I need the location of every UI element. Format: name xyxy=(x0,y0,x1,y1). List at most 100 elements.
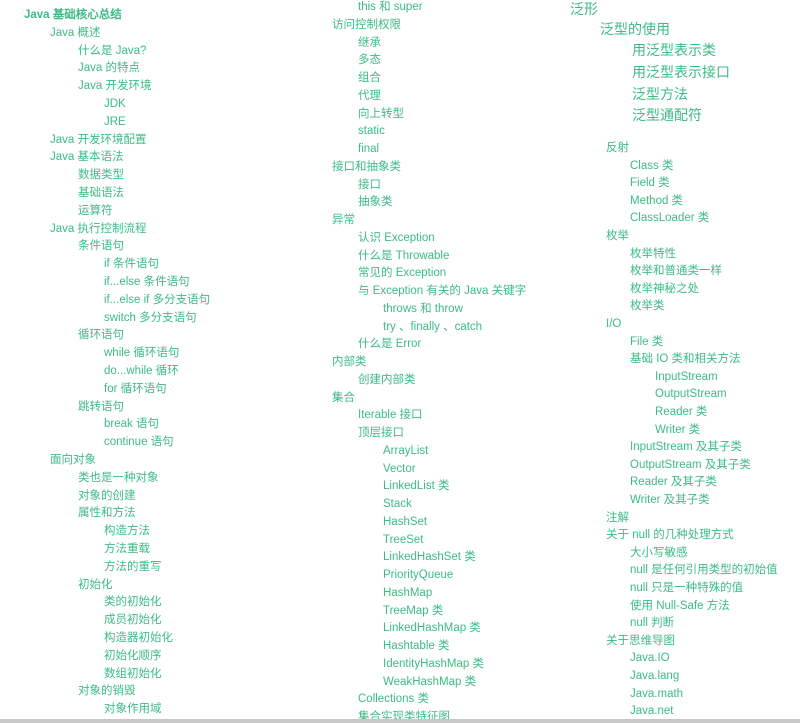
toc-item[interactable]: continue 语句 xyxy=(104,435,174,449)
toc-item[interactable]: InputStream xyxy=(655,370,718,384)
toc-item[interactable]: LinkedHashMap 类 xyxy=(383,621,481,635)
toc-item[interactable]: 接口和抽象类 xyxy=(332,160,401,174)
toc-item[interactable]: 多态 xyxy=(358,53,381,67)
toc-item[interactable]: 类的初始化 xyxy=(104,595,162,609)
toc-item[interactable]: Hashtable 类 xyxy=(383,639,449,653)
toc-item[interactable]: 成员初始化 xyxy=(104,613,162,627)
toc-item[interactable]: IdentityHashMap 类 xyxy=(383,657,484,671)
toc-item[interactable]: 什么是 Error xyxy=(358,337,421,351)
toc-item[interactable]: 顶层接口 xyxy=(358,426,404,440)
toc-item[interactable]: 枚举 xyxy=(606,229,629,243)
toc-item[interactable]: 向上转型 xyxy=(358,107,404,121)
toc-item[interactable]: switch 多分支语句 xyxy=(104,311,197,325)
toc-item[interactable]: do...while 循环 xyxy=(104,364,179,378)
toc-item[interactable]: I/O xyxy=(606,317,621,331)
toc-item[interactable]: Method 类 xyxy=(630,194,683,208)
toc-item[interactable]: Java 开发环境配置 xyxy=(50,133,147,147)
toc-item[interactable]: 异常 xyxy=(332,213,355,227)
toc-item[interactable]: Java.math xyxy=(630,687,683,701)
toc-item[interactable]: if 条件语句 xyxy=(104,257,159,271)
toc-item[interactable]: 代理 xyxy=(358,89,381,103)
toc-item[interactable]: 关于 null 的几种处理方式 xyxy=(606,528,734,542)
toc-item[interactable]: 注解 xyxy=(606,511,629,525)
toc-item[interactable]: try 、finally 、catch xyxy=(383,320,482,334)
toc-item[interactable]: 初始化顺序 xyxy=(104,649,162,663)
toc-item[interactable]: 方法的重写 xyxy=(104,560,162,574)
toc-item[interactable]: Java 的特点 xyxy=(78,61,140,75)
toc-item[interactable]: 接口 xyxy=(358,178,381,192)
toc-item[interactable]: TreeMap 类 xyxy=(383,604,443,618)
toc-item[interactable]: 数组初始化 xyxy=(104,667,162,681)
toc-item[interactable]: HashMap xyxy=(383,586,432,600)
toc-item[interactable]: 什么是 Java? xyxy=(78,44,146,58)
toc-item[interactable]: Java 概述 xyxy=(50,26,101,40)
toc-item[interactable]: Java.IO xyxy=(630,651,670,665)
toc-item[interactable]: 跳转语句 xyxy=(78,400,124,414)
toc-item[interactable]: LinkedHashSet 类 xyxy=(383,550,476,564)
toc-item[interactable]: LinkedList 类 xyxy=(383,479,449,493)
toc-item[interactable]: 方法重载 xyxy=(104,542,150,556)
toc-item[interactable]: 运算符 xyxy=(78,204,113,218)
toc-item[interactable]: null 判断 xyxy=(630,616,674,630)
toc-item[interactable]: 关于思维导图 xyxy=(606,634,675,648)
toc-item[interactable]: Java.net xyxy=(630,704,673,718)
toc-item[interactable]: OutputStream xyxy=(655,387,727,401)
toc-item[interactable]: Stack xyxy=(383,497,412,511)
toc-item[interactable]: ArrayList xyxy=(383,444,428,458)
toc-item[interactable]: 基础语法 xyxy=(78,186,124,200)
toc-item[interactable]: 对象的销毁 xyxy=(78,684,136,698)
toc-item[interactable]: 组合 xyxy=(358,71,381,85)
toc-item[interactable]: 枚举特性 xyxy=(630,247,676,261)
toc-item[interactable]: 反射 xyxy=(606,141,629,155)
toc-item[interactable]: 数据类型 xyxy=(78,168,124,182)
toc-item[interactable]: 常见的 Exception xyxy=(358,266,446,280)
toc-item[interactable]: 泛型通配符 xyxy=(632,107,702,124)
toc-item[interactable]: JDK xyxy=(104,97,126,111)
toc-item[interactable]: 面向对象 xyxy=(50,453,96,467)
toc-item[interactable]: Java 基本语法 xyxy=(50,150,124,164)
toc-item[interactable]: JRE xyxy=(104,115,126,129)
toc-item[interactable]: if...else 条件语句 xyxy=(104,275,190,289)
toc-item[interactable]: break 语句 xyxy=(104,417,159,431)
toc-item[interactable]: File 类 xyxy=(630,335,663,349)
toc-item[interactable]: Writer 类 xyxy=(655,423,700,437)
toc-item[interactable]: 枚举和普通类一样 xyxy=(630,264,722,278)
toc-item[interactable]: Java.lang xyxy=(630,669,679,683)
toc-item[interactable]: if...else if 多分支语句 xyxy=(104,293,210,307)
toc-item[interactable]: TreeSet xyxy=(383,533,423,547)
toc-item[interactable]: 什么是 Throwable xyxy=(358,249,449,263)
toc-item[interactable]: Collections 类 xyxy=(358,692,429,706)
toc-item[interactable]: Iterable 接口 xyxy=(358,408,423,422)
toc-item[interactable]: Java 执行控制流程 xyxy=(50,222,147,236)
toc-item[interactable]: 用泛型表示类 xyxy=(632,42,716,59)
toc-item[interactable]: InputStream 及其子类 xyxy=(630,440,742,454)
toc-item[interactable]: 用泛型表示接口 xyxy=(632,64,730,81)
bottom-scrollbar[interactable] xyxy=(0,719,800,723)
toc-item[interactable]: Writer 及其子类 xyxy=(630,493,710,507)
toc-item[interactable]: static xyxy=(358,124,385,138)
toc-item[interactable]: 集合 xyxy=(332,391,355,405)
toc-item[interactable]: HashSet xyxy=(383,515,427,529)
toc-item[interactable]: Class 类 xyxy=(630,159,673,173)
toc-item[interactable]: Reader 类 xyxy=(655,405,707,419)
toc-item[interactable]: ClassLoader 类 xyxy=(630,211,709,225)
toc-item[interactable]: 泛型的使用 xyxy=(600,21,670,38)
toc-item[interactable]: 条件语句 xyxy=(78,239,124,253)
toc-item[interactable]: final xyxy=(358,142,379,156)
toc-item[interactable]: for 循环语句 xyxy=(104,382,167,396)
toc-item[interactable]: 对象作用域 xyxy=(104,702,162,716)
toc-item[interactable]: 对象的创建 xyxy=(78,489,136,503)
toc-item[interactable]: 访问控制权限 xyxy=(332,18,401,32)
toc-item[interactable]: null 只是一种特殊的值 xyxy=(630,581,743,595)
toc-item[interactable]: 继承 xyxy=(358,36,381,50)
toc-item[interactable]: 枚举神秘之处 xyxy=(630,282,699,296)
toc-item[interactable]: 初始化 xyxy=(78,578,113,592)
toc-item[interactable]: 基础 IO 类和相关方法 xyxy=(630,352,741,366)
toc-item[interactable]: Vector xyxy=(383,462,416,476)
toc-item[interactable]: Reader 及其子类 xyxy=(630,475,717,489)
toc-item[interactable]: Field 类 xyxy=(630,176,670,190)
toc-item[interactable]: WeakHashMap 类 xyxy=(383,675,476,689)
toc-item[interactable]: 属性和方法 xyxy=(78,506,136,520)
toc-item[interactable]: 泛形 xyxy=(570,1,598,18)
toc-item[interactable]: 创建内部类 xyxy=(358,373,416,387)
